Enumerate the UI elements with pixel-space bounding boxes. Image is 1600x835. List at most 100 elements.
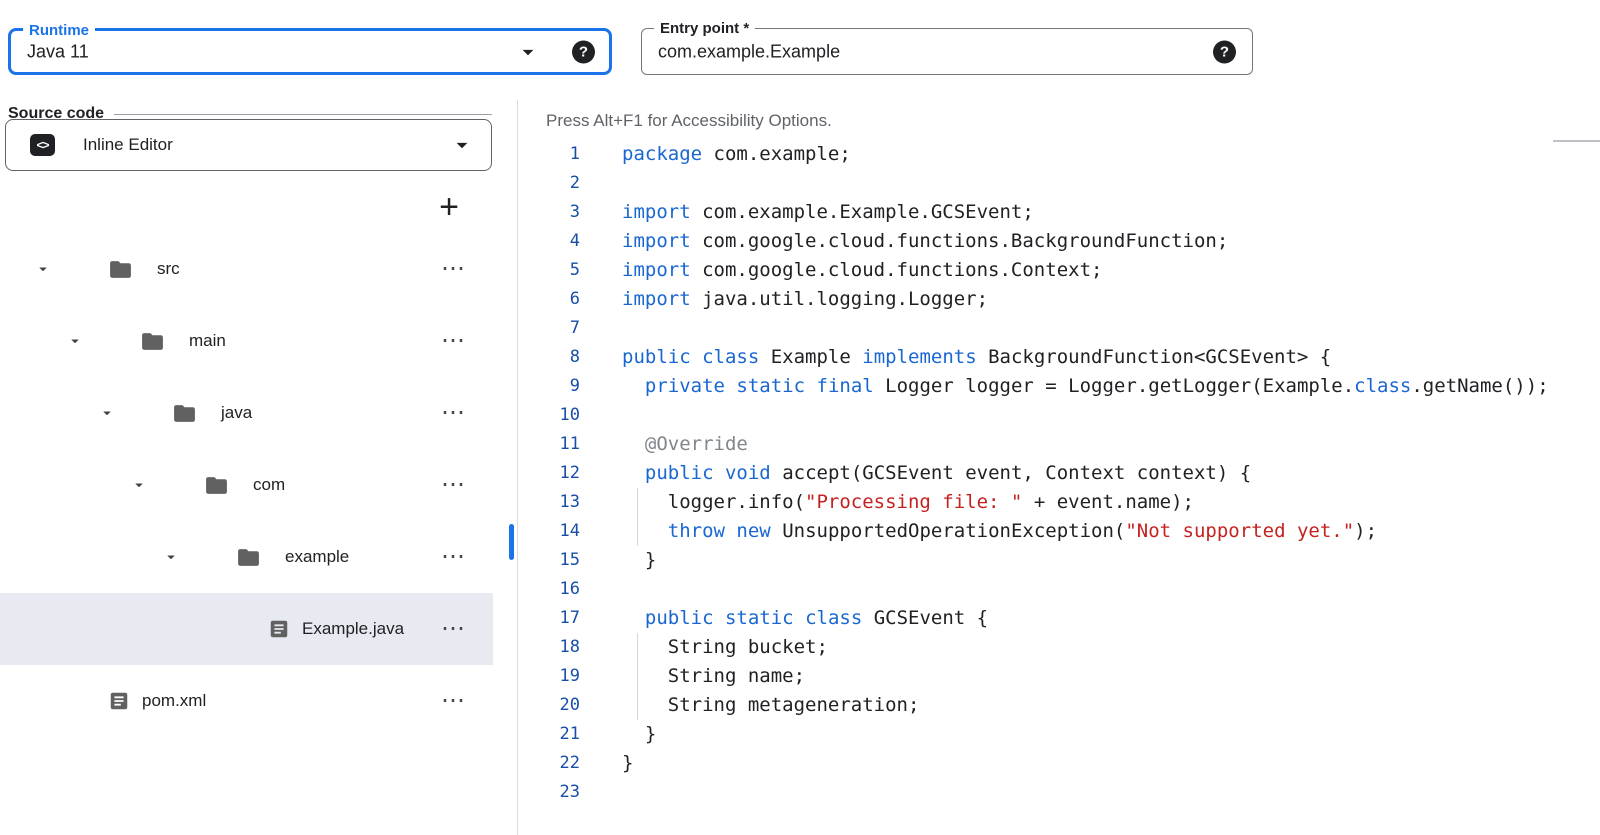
code-line: 17 public static class GCSEvent { [518, 604, 1600, 633]
runtime-label: Runtime [23, 21, 95, 41]
line-number: 18 [518, 633, 580, 662]
overflow-menu-icon[interactable]: ⋯ [441, 473, 465, 497]
panel-resize-handle[interactable] [509, 524, 514, 560]
add-file-button[interactable]: + [430, 188, 468, 226]
source-editor-select[interactable]: <> Inline Editor [5, 119, 492, 171]
line-number: 23 [518, 778, 580, 807]
indent-guide [637, 517, 638, 546]
overflow-menu-icon[interactable]: ⋯ [441, 545, 465, 569]
tree-indent-spacer [34, 690, 52, 712]
line-number: 20 [518, 691, 580, 720]
overflow-menu-icon[interactable]: ⋯ [441, 617, 465, 641]
indent-guide [637, 633, 638, 662]
line-number: 19 [518, 662, 580, 691]
entry-point-label: Entry point * [654, 19, 755, 39]
tree-item-com[interactable]: com ⋯ [0, 449, 493, 521]
tree-item-java[interactable]: java ⋯ [0, 377, 493, 449]
disclosure-triangle-icon[interactable] [66, 330, 84, 352]
file-tree: src⋯main⋯java⋯com⋯example⋯Example.java⋯p… [0, 233, 493, 737]
line-number: 3 [518, 198, 580, 227]
code-content[interactable]: 1 package com.example; 23import com.exampl… [518, 140, 1600, 835]
line-number: 12 [518, 459, 580, 488]
tree-item-main[interactable]: main⋯ [0, 305, 493, 377]
code-text: import com.google.cloud.functions.Contex… [622, 256, 1102, 285]
line-number: 14 [518, 517, 580, 546]
code-text: @Override [622, 430, 748, 459]
line-number: 10 [518, 401, 580, 430]
tree-item-label: Example.java [302, 619, 404, 639]
overflow-menu-icon[interactable]: ⋯ [441, 329, 465, 353]
tree-item-label: java [221, 403, 252, 423]
code-line: 5 import com.google.cloud.functions.Conte… [518, 256, 1600, 285]
overflow-menu-icon[interactable]: ⋯ [441, 689, 465, 713]
entry-point-help-icon[interactable]: ? [1213, 40, 1236, 63]
code-text: String metageneration; [622, 691, 919, 720]
line-number: 2 [518, 169, 580, 198]
entry-point-field[interactable]: Entry point * com.example.Example ? [641, 28, 1253, 75]
disclosure-triangle-icon[interactable] [162, 546, 180, 568]
line-number: 6 [518, 285, 580, 314]
code-line: 15 } [518, 546, 1600, 575]
code-text: throw new UnsupportedOperationException(… [622, 517, 1377, 546]
code-line: 6 import java.util.logging.Logger; [518, 285, 1600, 314]
runtime-select[interactable]: Runtime Java 11 ? [8, 28, 612, 75]
chevron-down-icon [449, 132, 475, 158]
line-number: 5 [518, 256, 580, 285]
code-line: 21 } [518, 720, 1600, 749]
entry-point-value: com.example.Example [658, 41, 840, 62]
folder-icon [108, 257, 133, 282]
tree-item-label: example [285, 547, 349, 567]
code-text: public void accept(GCSEvent event, Conte… [622, 459, 1251, 488]
code-editor[interactable]: Press Alt+F1 for Accessibility Options. … [518, 100, 1600, 835]
code-text: String name; [622, 662, 805, 691]
tree-item-src[interactable]: src⋯ [0, 233, 493, 305]
indent-guide [637, 488, 638, 517]
line-number: 13 [518, 488, 580, 517]
runtime-value: Java 11 [27, 41, 89, 62]
code-text: package com.example; [622, 140, 851, 169]
code-line: 20 String metageneration; [518, 691, 1600, 720]
code-text: } [622, 546, 656, 575]
code-line: 16 [518, 575, 1600, 604]
file-icon [268, 618, 290, 640]
line-number: 7 [518, 314, 580, 343]
code-icon: <> [30, 134, 55, 156]
code-line: 10 [518, 401, 1600, 430]
code-line: 7 [518, 314, 1600, 343]
disclosure-triangle-icon[interactable] [34, 258, 52, 280]
tree-item-pom-xml[interactable]: pom.xml⋯ [0, 665, 493, 737]
code-line: 3import com.example.Example.GCSEvent; [518, 198, 1600, 227]
overflow-menu-icon[interactable]: ⋯ [441, 257, 465, 281]
tree-item-example[interactable]: example ⋯ [0, 521, 493, 593]
folder-icon [236, 545, 261, 570]
code-line: 23 [518, 778, 1600, 807]
code-line: 2 [518, 169, 1600, 198]
folder-icon [172, 401, 197, 426]
disclosure-triangle-icon[interactable] [130, 474, 148, 496]
indent-guide [637, 691, 638, 720]
source-editor-value: Inline Editor [83, 135, 173, 155]
code-line: 4 import com.google.cloud.functions.Backg… [518, 227, 1600, 256]
chevron-down-icon [515, 39, 541, 65]
code-text: import com.google.cloud.functions.Backgr… [622, 227, 1228, 256]
line-number: 21 [518, 720, 580, 749]
line-number: 9 [518, 372, 580, 401]
disclosure-triangle-icon[interactable] [98, 402, 116, 424]
code-line: 18 String bucket; [518, 633, 1600, 662]
code-text: private static final Logger logger = Log… [622, 372, 1549, 401]
tree-item-example-java[interactable]: Example.java ⋯ [0, 593, 493, 665]
runtime-help-icon[interactable]: ? [572, 40, 595, 63]
code-line: 13 logger.info("Processing file: " + eve… [518, 488, 1600, 517]
line-number: 15 [518, 546, 580, 575]
overflow-menu-icon[interactable]: ⋯ [441, 401, 465, 425]
code-text: import java.util.logging.Logger; [622, 285, 988, 314]
code-line: 11 @Override [518, 430, 1600, 459]
accessibility-hint: Press Alt+F1 for Accessibility Options. [546, 110, 832, 132]
code-line: 14 throw new UnsupportedOperationExcepti… [518, 517, 1600, 546]
line-number: 4 [518, 227, 580, 256]
tree-item-label: com [253, 475, 285, 495]
line-number: 22 [518, 749, 580, 778]
code-text: logger.info("Processing file: " + event.… [622, 488, 1194, 517]
code-text: String bucket; [622, 633, 828, 662]
line-number: 1 [518, 140, 580, 169]
